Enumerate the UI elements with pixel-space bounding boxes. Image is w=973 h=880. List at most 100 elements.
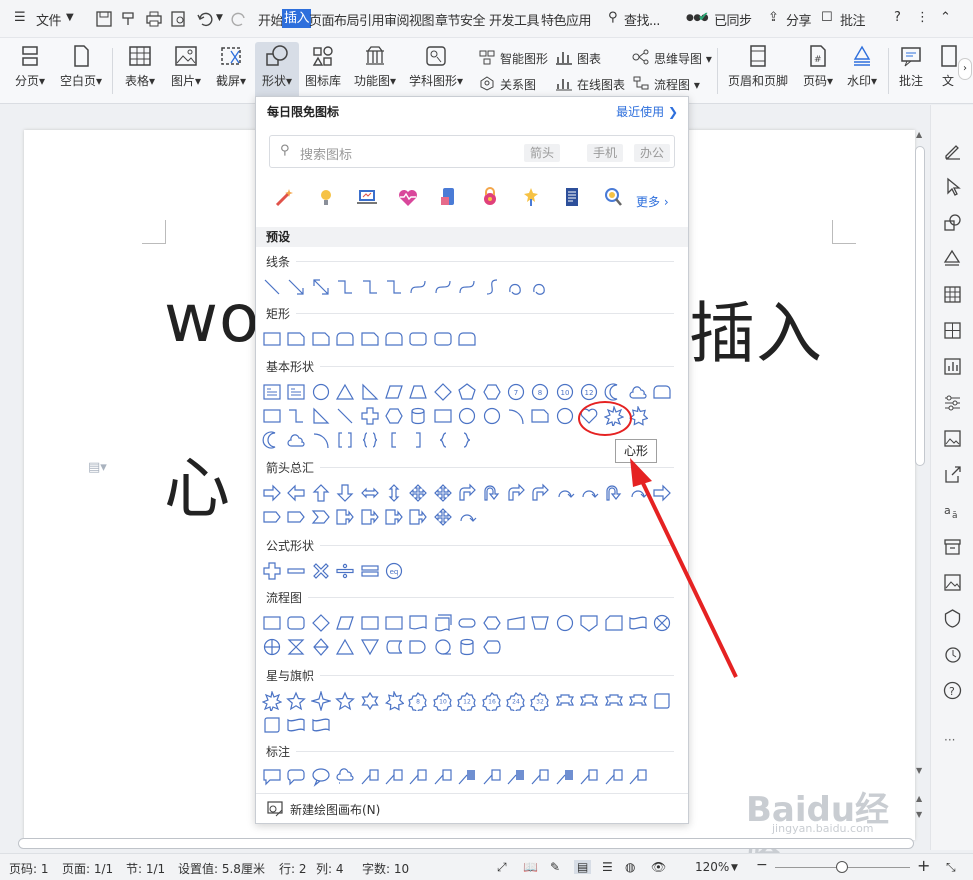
- more-dots-icon[interactable]: ···: [944, 733, 955, 747]
- tab-chapter[interactable]: 章节: [435, 10, 461, 29]
- recent-used-link[interactable]: 最近使用 ❯: [616, 103, 678, 120]
- help-button[interactable]: ?: [894, 10, 901, 25]
- basic-shape-rtri[interactable]: [360, 382, 380, 402]
- undo-dropdown-icon[interactable]: ▼: [216, 13, 223, 23]
- callout-shape-linecall[interactable]: [530, 767, 550, 787]
- basic-shape-elbow[interactable]: [286, 406, 306, 426]
- help-circle-icon[interactable]: ?: [943, 681, 962, 700]
- callout-shape-linecall[interactable]: [384, 767, 404, 787]
- star-shape-star4[interactable]: [310, 691, 331, 711]
- flow-shape-para[interactable]: [335, 613, 355, 633]
- star-shape-ribbon[interactable]: [604, 691, 624, 711]
- basic-shape-rtri[interactable]: [311, 406, 331, 426]
- star-shape-ribbon[interactable]: [555, 691, 575, 711]
- basic-shape-textbox[interactable]: [262, 382, 282, 402]
- translate-icon[interactable]: aā: [943, 501, 962, 520]
- line-shape-loop[interactable]: [530, 277, 550, 297]
- arrow-shape-callarr[interactable]: [360, 507, 380, 527]
- flow-shape-sort[interactable]: [311, 637, 331, 657]
- zoom-level[interactable]: 120%: [695, 860, 729, 874]
- line-shape-curve[interactable]: [408, 277, 428, 297]
- basic-shape-circle[interactable]: [482, 406, 502, 426]
- rect-shape-rrect[interactable]: [408, 329, 428, 349]
- callout-shape-cloudcall[interactable]: [335, 767, 355, 787]
- subject-shape-button[interactable]: 学科图形▾: [405, 42, 467, 100]
- star-shape-wave[interactable]: [311, 715, 331, 735]
- export-icon[interactable]: [943, 465, 962, 484]
- star-shape-seal-16[interactable]: 16: [481, 691, 502, 711]
- tab-special-apps[interactable]: 特色应用: [541, 10, 592, 29]
- flow-shape-merge[interactable]: [360, 637, 380, 657]
- icon-search-field[interactable]: ⚲ 搜索图标 箭头 手机 办公: [269, 135, 675, 168]
- eq-shape-equal[interactable]: [360, 561, 380, 581]
- line-shape-scurve[interactable]: [482, 277, 502, 297]
- new-drawing-canvas-button[interactable]: 新建绘图画布(N): [256, 793, 688, 823]
- arrow-shape-circarr[interactable]: [579, 483, 599, 503]
- line-shape-elbow[interactable]: [384, 277, 404, 297]
- table-button[interactable]: 表格▾: [120, 42, 160, 100]
- callout-shape-linecallfill[interactable]: [555, 767, 575, 787]
- collapse-ribbon-icon[interactable]: ⌃: [940, 10, 951, 25]
- arrow-shape-bent[interactable]: [530, 483, 550, 503]
- line-shape-elbow[interactable]: [360, 277, 380, 297]
- basic-shape-lbrace[interactable]: [433, 430, 453, 450]
- online-chart-button[interactable]: 在线图表: [555, 76, 625, 93]
- comment-icon[interactable]: ☐: [821, 10, 833, 25]
- star-shape-star6[interactable]: [360, 691, 380, 711]
- eq-shape-neq[interactable]: eq: [384, 561, 404, 581]
- arrow-shape-pentarr[interactable]: [262, 507, 282, 527]
- callout-shape-linecall[interactable]: [482, 767, 502, 787]
- flow-shape-collate[interactable]: [286, 637, 306, 657]
- page-number-button[interactable]: # 页码▾: [796, 42, 840, 100]
- basic-shape-textbox[interactable]: [286, 382, 306, 402]
- arrow-shape-arU[interactable]: [311, 483, 331, 503]
- basic-shape-rbrk[interactable]: [408, 430, 428, 450]
- flow-shape-manual[interactable]: [506, 613, 526, 633]
- basic-shape-circle[interactable]: [311, 382, 331, 402]
- star-shape-seal-32[interactable]: 32: [530, 691, 550, 711]
- star-shape-star5[interactable]: [286, 691, 307, 711]
- arrow-shape-uturn[interactable]: [482, 483, 502, 503]
- text-box-button[interactable]: 文: [938, 42, 958, 100]
- flow-shape-rrect[interactable]: [286, 613, 306, 633]
- basic-shape-moon[interactable]: [604, 382, 624, 402]
- zoom-in-icon[interactable]: +: [917, 856, 930, 875]
- callout-shape-linecall[interactable]: [604, 767, 624, 787]
- basic-shape-rsnip[interactable]: [530, 406, 550, 426]
- arrow-shape-ar4[interactable]: [433, 483, 453, 503]
- screenshot-button[interactable]: 截屏▾: [211, 42, 251, 100]
- annotation-button[interactable]: 批注: [893, 42, 929, 100]
- scroll-up-icon[interactable]: ▲: [916, 130, 922, 139]
- table-panel-icon[interactable]: [943, 285, 962, 304]
- flow-shape-stored[interactable]: [384, 637, 404, 657]
- relation-chart-button[interactable]: 关系图: [478, 76, 536, 93]
- basic-shape-penta[interactable]: [457, 382, 477, 402]
- vertical-scrollbar[interactable]: ▲ ▼ ▲ ▼: [912, 130, 928, 830]
- image-panel-icon[interactable]: [943, 429, 962, 448]
- rect-shape-rsnip[interactable]: [286, 329, 306, 349]
- callout-shape-linecall[interactable]: [433, 767, 453, 787]
- undo-icon[interactable]: [196, 10, 214, 28]
- star-shape-wave[interactable]: [286, 715, 306, 735]
- style-layers-icon[interactable]: [943, 249, 962, 268]
- line-shape-elbow[interactable]: [335, 277, 355, 297]
- rect-shape-rrect[interactable]: [433, 329, 453, 349]
- tab-references[interactable]: 引用: [359, 10, 385, 29]
- tab-start[interactable]: 开始: [258, 10, 284, 29]
- tab-security[interactable]: 安全: [460, 10, 486, 29]
- callout-shape-linecall[interactable]: [579, 767, 599, 787]
- phone-document-icon[interactable]: [437, 185, 461, 209]
- tag-phone[interactable]: 手机: [587, 144, 624, 162]
- next-page-icon[interactable]: ▼: [916, 810, 922, 819]
- status-section[interactable]: 节: 1/1: [126, 860, 165, 877]
- print-icon[interactable]: [145, 10, 163, 28]
- header-footer-button[interactable]: 页眉和页脚: [724, 42, 792, 100]
- basic-shape-moon[interactable]: [262, 430, 282, 450]
- shield-icon[interactable]: [943, 609, 962, 628]
- line-shape-curve[interactable]: [457, 277, 477, 297]
- picture-button[interactable]: 图片▾: [166, 42, 206, 100]
- print-preview-icon[interactable]: [170, 10, 188, 28]
- sync-status[interactable]: 已同步: [714, 10, 752, 29]
- reading-mode-icon[interactable]: 📖: [523, 860, 538, 874]
- arrow-shape-chevron[interactable]: [311, 507, 331, 527]
